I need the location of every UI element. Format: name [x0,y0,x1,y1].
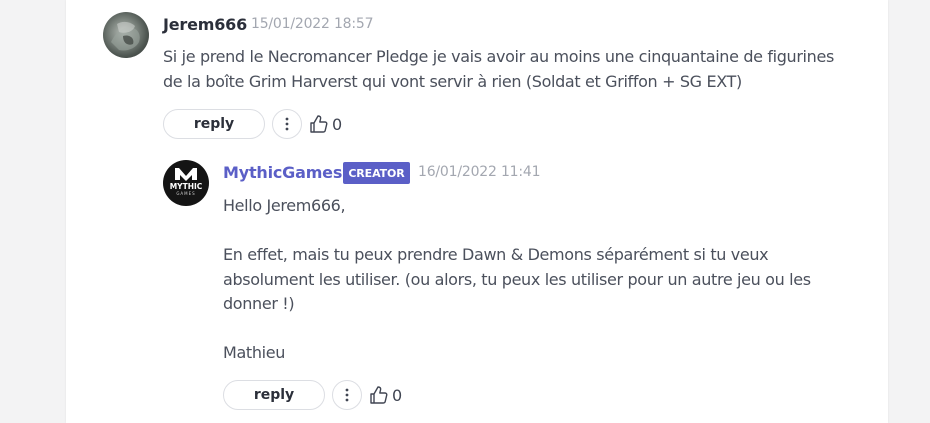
like-count: 0 [332,114,343,134]
reply-button[interactable]: reply [223,380,325,410]
reply-timestamp: 16/01/2022 11:41 [418,164,541,180]
comment-author[interactable]: Jerem666 [163,15,247,34]
like-count: 0 [392,385,403,405]
comment-body: Si je prend le Necromancer Pledge je vai… [163,45,834,94]
avatar-photo-icon [111,21,140,51]
vertical-dots-icon [285,117,289,131]
like-button[interactable]: 0 [369,385,402,405]
reply-author[interactable]: MythicGames [223,163,342,182]
reply-line: donner !) [223,294,295,313]
more-options-button[interactable] [272,109,302,139]
reply-body: Hello Jerem666, En effet, mais tu peux p… [223,194,811,366]
comment-line: Si je prend le Necromancer Pledge je vai… [163,47,834,66]
creator-badge: CREATOR [343,162,410,184]
mythicgames-avatar[interactable]: MYTHIC GAMES [163,160,209,206]
logo-subtext: GAMES [176,191,195,196]
reply-signature: Mathieu [223,343,286,362]
thumbs-up-icon [310,115,328,133]
more-options-button[interactable] [332,380,362,410]
comment-timestamp: 15/01/2022 18:57 [251,16,374,32]
mythic-games-logo-icon: MYTHIC GAMES [170,168,203,196]
vertical-dots-icon [345,388,349,402]
reply-line: En effet, mais tu peux prendre Dawn & De… [223,245,769,264]
comment-line: de la boîte Grim Harverst qui vont servi… [163,71,742,91]
logo-wordmark: MYTHIC [170,182,203,191]
reply-line: absolument les utiliser. (ou alors, tu p… [223,269,811,289]
reply-button[interactable]: reply [163,109,265,139]
reply-greeting: Hello Jerem666, [223,196,346,215]
jerem666-avatar[interactable] [103,12,149,58]
thumbs-up-icon [370,386,388,404]
like-button[interactable]: 0 [309,114,342,134]
